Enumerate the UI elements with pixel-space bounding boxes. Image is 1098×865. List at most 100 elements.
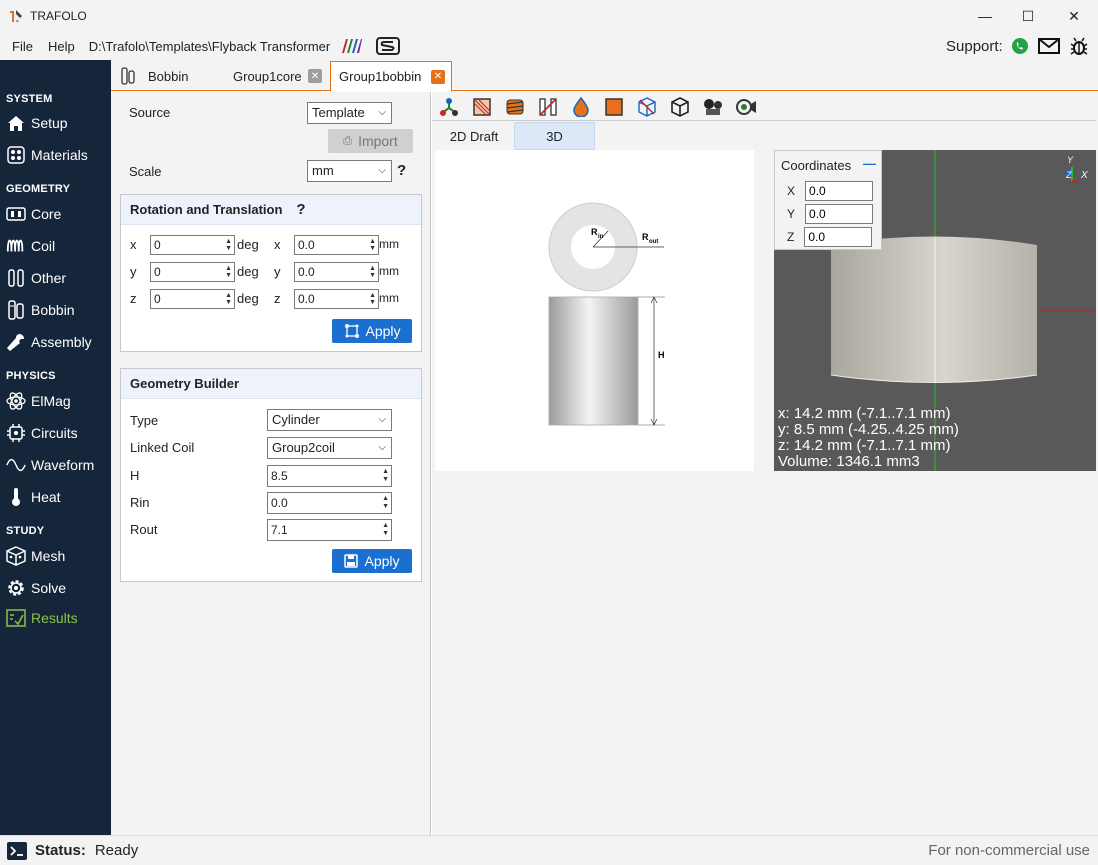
spin-down-icon[interactable]: ▼ xyxy=(369,245,376,252)
trans-unit: mm xyxy=(379,237,399,251)
rt-help-icon[interactable]: ? xyxy=(296,201,305,218)
linked-coil-select[interactable]: Group2coil ⌵ xyxy=(267,437,392,459)
mail-icon[interactable] xyxy=(1038,38,1060,54)
h-value: 8.5 xyxy=(271,469,288,483)
matlab-icon[interactable] xyxy=(340,38,362,54)
type-select[interactable]: Cylinder ⌵ xyxy=(267,409,392,431)
spin-up-icon[interactable]: ▲ xyxy=(382,495,389,502)
trans-x-label: x xyxy=(274,237,281,252)
minimize-button[interactable]: — xyxy=(962,0,1008,32)
coord-x-input[interactable] xyxy=(805,181,874,201)
spin-up-icon[interactable]: ▲ xyxy=(225,238,232,245)
rt-apply-button[interactable]: Apply xyxy=(332,319,412,343)
source-select[interactable]: Template ⌵ xyxy=(307,102,392,124)
rin-input[interactable]: 0.0 ▲ ▼ xyxy=(267,492,392,514)
trans-y-input[interactable]: 0.0 ▲ ▼ xyxy=(294,262,379,282)
scale-select[interactable]: mm ⌵ xyxy=(307,160,392,182)
spin-down-icon[interactable]: ▼ xyxy=(225,245,232,252)
camera-view-icon[interactable] xyxy=(702,96,724,118)
tab-2d-draft[interactable]: 2D Draft xyxy=(435,122,513,150)
menu-file[interactable]: File xyxy=(12,39,33,54)
rot-x-input[interactable]: 0 ▲ ▼ xyxy=(150,235,235,255)
close-tab-icon[interactable]: ✕ xyxy=(431,69,445,84)
sidebar-item-waveform[interactable]: Waveform xyxy=(6,454,94,476)
spin-down-icon[interactable]: ▼ xyxy=(382,476,389,483)
rout-value: 7.1 xyxy=(271,523,288,537)
terminal-icon[interactable] xyxy=(6,841,28,861)
spin-up-icon[interactable]: ▲ xyxy=(369,265,376,272)
sidebar-item-circuits[interactable]: Circuits xyxy=(6,422,78,444)
cube-icon[interactable] xyxy=(669,96,691,118)
spin-up-icon[interactable]: ▲ xyxy=(382,468,389,475)
record-icon[interactable] xyxy=(735,96,757,118)
bug-icon[interactable] xyxy=(1069,36,1089,56)
sidebar-item-setup[interactable]: Setup xyxy=(6,112,68,134)
trans-x-input[interactable]: 0.0 ▲ ▼ xyxy=(294,235,379,255)
rin-sub-text: in xyxy=(598,234,604,240)
menu-bar: File Help D:\Trafolo\Templates\Flyback T… xyxy=(0,32,1098,60)
bobbin-icon xyxy=(6,300,26,320)
sidebar-item-mesh[interactable]: Mesh xyxy=(6,545,65,567)
chevron-down-icon: ⌵ xyxy=(378,442,386,453)
scale-help-icon[interactable]: ? xyxy=(397,162,406,179)
coord-z-input[interactable] xyxy=(804,227,873,247)
s-logo-icon[interactable] xyxy=(376,36,400,56)
rot-y-input[interactable]: 0 ▲ ▼ xyxy=(150,262,235,282)
view-3d[interactable]: Y Z X Coordinates — X Y Z x: 14.2 mm (-7… xyxy=(774,150,1096,471)
trans-z-input[interactable]: 0.0 ▲ ▼ xyxy=(294,289,379,309)
spin-down-icon[interactable]: ▼ xyxy=(225,272,232,279)
type-value: Cylinder xyxy=(272,412,320,427)
tab-group1bobbin[interactable]: Group1bobbin ✕ xyxy=(330,61,452,92)
coord-z-row: Z xyxy=(787,227,873,247)
spin-down-icon[interactable]: ▼ xyxy=(382,503,389,510)
spin-up-icon[interactable]: ▲ xyxy=(369,238,376,245)
spin-up-icon[interactable]: ▲ xyxy=(382,522,389,529)
axes-icon[interactable] xyxy=(438,96,460,118)
wireframe-icon[interactable] xyxy=(636,96,658,118)
collapse-icon[interactable]: — xyxy=(863,156,876,171)
spin-down-icon[interactable]: ▼ xyxy=(225,299,232,306)
import-button[interactable]: ⎙ Import xyxy=(328,129,413,153)
h-input[interactable]: 8.5 ▲ ▼ xyxy=(267,465,392,487)
spin-up-icon[interactable]: ▲ xyxy=(225,292,232,299)
rout-input[interactable]: 7.1 ▲ ▼ xyxy=(267,519,392,541)
whatsapp-icon[interactable] xyxy=(1011,37,1029,55)
core-view-icon[interactable] xyxy=(471,96,493,118)
sidebar-item-results[interactable]: Results xyxy=(6,607,78,629)
sidebar-item-bobbin[interactable]: Bobbin xyxy=(6,299,75,321)
maximize-button[interactable]: ☐ xyxy=(1005,0,1051,32)
rot-z-input[interactable]: 0 ▲ ▼ xyxy=(150,289,235,309)
spin-down-icon[interactable]: ▼ xyxy=(369,272,376,279)
sidebar-item-assembly[interactable]: Assembly xyxy=(6,331,92,353)
solid-box-icon[interactable] xyxy=(603,96,625,118)
sidebar-item-heat[interactable]: Heat xyxy=(6,486,61,508)
tab-label: Group1core xyxy=(233,68,302,84)
sidebar-item-materials[interactable]: Materials xyxy=(6,144,88,166)
sidebar-item-label: Materials xyxy=(31,147,88,163)
spin-up-icon[interactable]: ▲ xyxy=(225,265,232,272)
tab-3d[interactable]: 3D xyxy=(514,122,595,150)
tab-group1core[interactable]: Group1core ✕ xyxy=(225,61,330,91)
spin-down-icon[interactable]: ▼ xyxy=(382,530,389,537)
minimize-icon: — xyxy=(978,8,992,24)
sidebar-item-solve[interactable]: Solve xyxy=(6,577,66,599)
sidebar-item-coil[interactable]: Coil xyxy=(6,235,55,257)
gb-apply-button[interactable]: Apply xyxy=(332,549,412,573)
close-tab-icon[interactable]: ✕ xyxy=(308,69,322,83)
drop-icon[interactable] xyxy=(570,96,592,118)
spin-down-icon[interactable]: ▼ xyxy=(369,299,376,306)
title-bar: TRAFOLO — ☐ ✕ xyxy=(0,0,1098,32)
coord-y-input[interactable] xyxy=(805,204,874,224)
rotation-translation-header: Rotation and Translation ? xyxy=(121,195,421,225)
tab-bobbin[interactable]: Bobbin xyxy=(112,61,224,91)
spin-up-icon[interactable]: ▲ xyxy=(369,292,376,299)
sidebar-item-elmag[interactable]: ElMag xyxy=(6,390,71,412)
sidebar-item-other[interactable]: Other xyxy=(6,267,66,289)
bobbin-view-icon[interactable] xyxy=(537,96,559,118)
close-window-button[interactable]: ✕ xyxy=(1051,0,1097,32)
menu-help[interactable]: Help xyxy=(48,39,75,54)
sidebar-item-core[interactable]: Core xyxy=(6,203,61,225)
sidebar-item-label: Other xyxy=(31,270,67,286)
core-icon xyxy=(6,204,26,224)
coil-view-icon[interactable] xyxy=(504,96,526,118)
